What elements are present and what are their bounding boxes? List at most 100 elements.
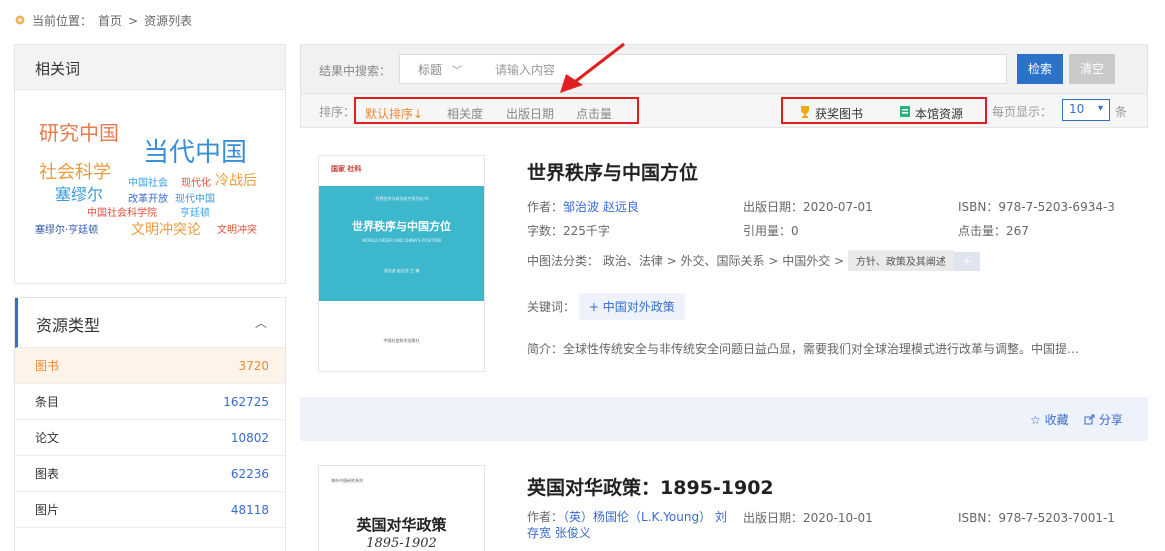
- clear-button[interactable]: 清空: [1069, 54, 1115, 84]
- cloud-word[interactable]: 塞缪尔: [55, 187, 103, 203]
- chevron-up-icon[interactable]: ︿: [255, 314, 267, 331]
- resource-type-label: 条目: [35, 395, 60, 409]
- sort-clicks[interactable]: 点击量: [576, 105, 612, 122]
- breadcrumb-home-link[interactable]: 首页: [98, 12, 122, 29]
- result-authors: 作者：邹治波 赵远良: [527, 198, 639, 215]
- cloud-word[interactable]: 改革开放: [128, 195, 168, 205]
- cloud-word[interactable]: 文明冲突论: [131, 223, 201, 237]
- filter-local-resources[interactable]: 本馆资源: [915, 105, 963, 122]
- search-placeholder: 请输入内容: [495, 63, 556, 77]
- resource-type-label: 图表: [35, 467, 60, 481]
- classification-tag[interactable]: 方针、政策及其阐述: [847, 250, 954, 271]
- sort-default[interactable]: 默认排序↓: [365, 105, 423, 122]
- cover-title: 世界秩序与中国方位: [352, 220, 451, 233]
- resource-type-item-papers[interactable]: 论文 10802: [15, 420, 285, 456]
- cloud-word[interactable]: 中国社会: [128, 179, 168, 189]
- resource-type-item-charts[interactable]: 图表 62236: [15, 456, 285, 492]
- location-pin-icon: [15, 15, 25, 24]
- keyword-chip[interactable]: + 中国对外政策: [578, 293, 685, 320]
- chevron-down-icon: ﹀: [452, 66, 463, 77]
- filter-award-books[interactable]: 获奖图书: [815, 105, 863, 122]
- cloud-word[interactable]: 社会科学: [39, 164, 111, 182]
- result-pubdate: 出版日期：2020-10-01: [743, 511, 873, 525]
- cloud-word[interactable]: 研究中国: [39, 123, 119, 143]
- favorite-button[interactable]: ☆ 收藏: [1030, 411, 1069, 428]
- result-word-count: 字数：225千字: [527, 224, 610, 238]
- resource-type-count: 48118: [230, 502, 269, 517]
- trophy-icon: [801, 106, 809, 118]
- per-page-value: 10: [1069, 102, 1085, 116]
- result-title[interactable]: 世界秩序与中国方位: [527, 158, 698, 185]
- search-button[interactable]: 检索: [1017, 54, 1063, 84]
- result-isbn: ISBN：978-7-5203-6934-3: [958, 200, 1115, 214]
- resource-type-label: 图书: [35, 359, 60, 373]
- cover-authors: 邹治波 赵远良 主 编: [383, 268, 420, 273]
- sort-options-highlight: 默认排序↓ 相关度 出版日期 点击量: [354, 97, 639, 124]
- resource-type-count: 10802: [230, 430, 269, 445]
- result-classification: 中图法分类： 政治、法律 > 外交、国际关系 > 中国外交 > 方针、政策及其阐…: [527, 250, 980, 271]
- cloud-word[interactable]: 塞缪尔·亨廷顿: [35, 226, 98, 236]
- cover-series: 海外中国研究系列: [331, 478, 363, 483]
- result-authors: 作者：（英）杨国伦（L.K.Young） 刘存宽 张俊义: [527, 509, 727, 541]
- related-words-title: 相关词: [15, 45, 285, 90]
- resource-type-count: 62236: [230, 466, 269, 481]
- breadcrumb: 当前位置： 首页 > 资源列表: [14, 12, 192, 29]
- result-action-bar: ☆ 收藏 分享: [300, 397, 1148, 441]
- classification-path[interactable]: 政治、法律 > 外交、国际关系 > 中国外交 >: [603, 254, 844, 268]
- expand-classification-button[interactable]: +: [953, 252, 980, 271]
- cloud-word[interactable]: 文明冲突: [217, 226, 257, 236]
- keyword-label: 关键词：: [527, 300, 576, 314]
- related-words-panel: 相关词 研究中国 当代中国 社会科学 塞缪尔 中国社会 现代化 冷战后 改革开放…: [14, 44, 286, 284]
- search-bar: 结果中搜索： 标题 ﹀ 请输入内容 检索 清空: [300, 44, 1148, 94]
- classification-label: 中图法分类：: [527, 254, 600, 268]
- share-button[interactable]: 分享: [1084, 411, 1123, 428]
- cover-subtitle: 1895-1902: [366, 536, 437, 551]
- sort-relevance[interactable]: 相关度: [447, 105, 483, 122]
- cloud-word[interactable]: 现代中国: [175, 195, 215, 205]
- resource-type-item-images[interactable]: 图片 48118: [15, 492, 285, 528]
- result-title[interactable]: 英国对华政策：1895-1902: [527, 473, 774, 500]
- cloud-word[interactable]: 冷战后: [215, 174, 257, 188]
- author-label: 作者：: [527, 200, 564, 214]
- cover-top-band: 国家 社科: [319, 156, 484, 186]
- sort-pubdate[interactable]: 出版日期: [506, 105, 554, 122]
- cloud-word[interactable]: 现代化: [181, 179, 211, 189]
- resource-type-item-books[interactable]: 图书 3720: [15, 348, 285, 384]
- author-label: 作者：: [527, 510, 564, 524]
- resource-type-item-entries[interactable]: 条目 162725: [15, 384, 285, 420]
- result-keywords: 关键词： + 中国对外政策: [527, 293, 685, 320]
- result-cited-count: 引用量：0: [743, 224, 799, 238]
- per-page-label: 每页显示：: [992, 105, 1053, 119]
- share-label: 分享: [1098, 413, 1123, 427]
- cover-series: （世界经济与政治研究系列丛书）: [371, 196, 432, 201]
- cloud-word[interactable]: 中国社会科学院: [87, 209, 157, 219]
- sort-label: 排序：: [319, 105, 356, 119]
- result-isbn: ISBN：978-7-5203-7001-1: [958, 511, 1115, 525]
- resource-type-count: 3720: [238, 358, 269, 373]
- cloud-word[interactable]: 当代中国: [143, 140, 247, 166]
- per-page-select[interactable]: 10 ▾: [1062, 99, 1110, 121]
- library-icon: [900, 106, 910, 117]
- per-page-unit: 条: [1115, 105, 1128, 119]
- search-input[interactable]: 标题 ﹀ 请输入内容: [399, 54, 1007, 84]
- resource-type-title: 资源类型: [36, 316, 101, 335]
- resource-type-panel: 资源类型 ︿ 图书 3720 条目 162725 论文 10802 图表 622…: [14, 297, 286, 551]
- breadcrumb-sep: >: [128, 13, 139, 28]
- sort-bar: 排序： 默认排序↓ 相关度 出版日期 点击量 获奖图书 本馆资源 每页显示： 1…: [300, 94, 1148, 128]
- filter-highlight: 获奖图书 本馆资源: [781, 97, 987, 124]
- search-field-select[interactable]: 标题 ﹀: [418, 61, 462, 78]
- chevron-down-icon: ▾: [1097, 103, 1103, 114]
- share-icon: [1084, 414, 1095, 425]
- resource-type-label: 图片: [35, 503, 60, 517]
- resource-type-header[interactable]: 资源类型 ︿: [15, 298, 285, 348]
- book-cover[interactable]: 国家 社科 （世界经济与政治研究系列丛书） 世界秩序与中国方位 WORLD OR…: [318, 155, 485, 372]
- author-link[interactable]: 邹治波 赵远良: [563, 200, 639, 214]
- book-cover[interactable]: 海外中国研究系列 英国对华政策 1895-1902: [318, 465, 485, 551]
- breadcrumb-prefix: 当前位置：: [32, 14, 93, 28]
- search-label: 结果中搜索：: [319, 64, 392, 78]
- result-pubdate: 出版日期：2020-07-01: [743, 200, 873, 214]
- cloud-word[interactable]: 亨廷顿: [180, 209, 210, 219]
- cover-color-band: （世界经济与政治研究系列丛书） 世界秩序与中国方位 WORLD ORDER AN…: [319, 186, 484, 301]
- cover-title: 英国对华政策: [356, 516, 447, 534]
- result-abstract: 简介：全球性传统安全与非传统安全问题日益凸显，需要我们对全球治理模式进行改革与调…: [527, 342, 1080, 356]
